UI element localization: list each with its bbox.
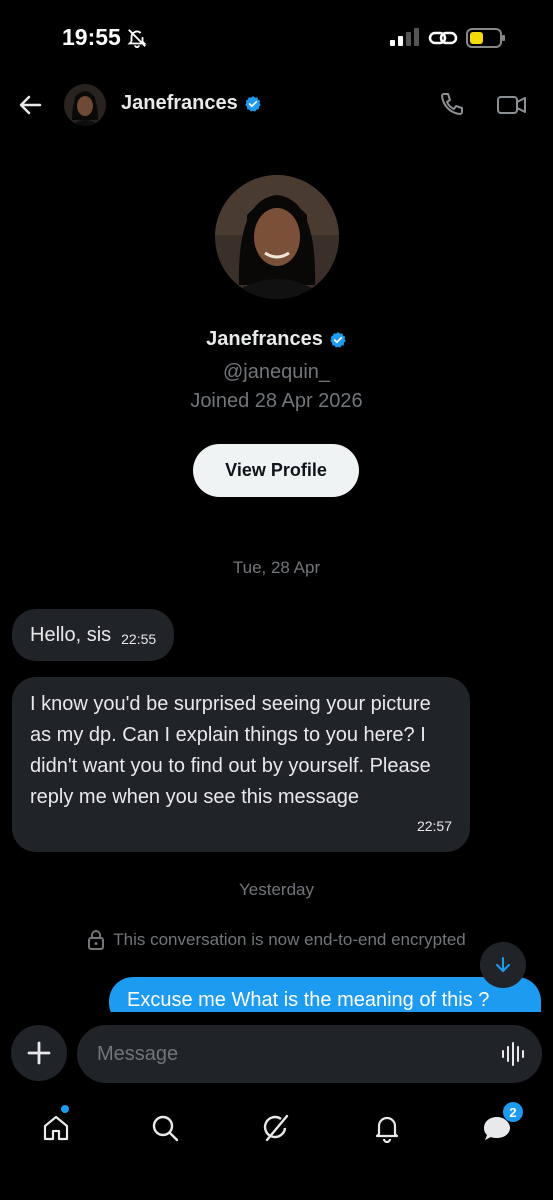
home-icon bbox=[43, 1115, 69, 1141]
encryption-notice: This conversation is now end-to-end encr… bbox=[0, 930, 553, 950]
date-separator: Tue, 28 Apr bbox=[232, 558, 321, 577]
phone-icon[interactable] bbox=[436, 90, 466, 120]
nav-notifications[interactable] bbox=[365, 1106, 409, 1150]
message-time: 22:55 bbox=[121, 630, 157, 647]
home-unread-dot bbox=[61, 1105, 69, 1113]
status-time: 19:55 bbox=[62, 24, 121, 50]
search-icon bbox=[152, 1115, 179, 1142]
battery-icon bbox=[466, 28, 505, 48]
message-time: 22:57 bbox=[416, 818, 452, 834]
plus-icon bbox=[27, 1041, 51, 1065]
view-profile-button[interactable]: View Profile bbox=[193, 444, 359, 497]
profile-handle: @janequin_ bbox=[222, 361, 331, 383]
date-separator: Yesterday bbox=[239, 880, 314, 899]
chat-header: Janefrances bbox=[0, 76, 553, 136]
profile-name: Janefrances bbox=[206, 328, 323, 350]
link-icon bbox=[428, 31, 458, 45]
message-text: Excuse me What is the meaning of this ? bbox=[127, 989, 490, 1011]
verified-badge-icon bbox=[330, 331, 346, 348]
nav-grok[interactable] bbox=[254, 1106, 298, 1150]
message-input[interactable] bbox=[77, 1025, 542, 1083]
profile-avatar-image bbox=[215, 175, 339, 299]
signal-icon bbox=[390, 28, 419, 46]
message-text: I know you'd be surprised seeing your pi… bbox=[30, 693, 431, 808]
notifications-icon bbox=[375, 1116, 399, 1143]
bell-off-icon bbox=[127, 29, 147, 49]
messages-badge: 2 bbox=[503, 1102, 523, 1122]
verified-badge-icon bbox=[245, 95, 261, 112]
back-arrow-icon[interactable] bbox=[16, 90, 46, 120]
profile-joined-date: Joined 28 Apr 2026 bbox=[190, 390, 363, 412]
message-bubble-incoming[interactable]: I know you'd be surprised seeing your pi… bbox=[12, 677, 470, 852]
scroll-to-bottom-button[interactable] bbox=[480, 942, 526, 988]
nav-search[interactable] bbox=[143, 1106, 187, 1150]
grok-icon bbox=[263, 1114, 289, 1142]
header-avatar[interactable] bbox=[64, 84, 106, 126]
header-title[interactable]: Janefrances bbox=[121, 92, 262, 115]
encryption-notice-text: This conversation is now end-to-end encr… bbox=[113, 930, 466, 949]
voice-message-icon[interactable] bbox=[500, 1041, 526, 1067]
video-icon[interactable] bbox=[496, 90, 528, 120]
profile-avatar[interactable] bbox=[215, 175, 339, 299]
avatar-image bbox=[64, 84, 106, 126]
bottom-nav: 2 bbox=[0, 1098, 553, 1200]
message-text: Hello, sis bbox=[30, 623, 112, 646]
add-attachment-button[interactable] bbox=[11, 1025, 67, 1081]
profile-name-row: Janefrances bbox=[0, 328, 553, 351]
message-bubble-incoming[interactable]: Hello, sis 22:55 bbox=[12, 609, 175, 661]
status-bar: 19:55 bbox=[0, 0, 553, 76]
arrow-down-icon bbox=[496, 957, 510, 972]
message-composer bbox=[0, 1012, 553, 1098]
nav-home[interactable] bbox=[34, 1106, 78, 1150]
lock-icon bbox=[88, 930, 105, 950]
header-name: Janefrances bbox=[121, 92, 238, 114]
